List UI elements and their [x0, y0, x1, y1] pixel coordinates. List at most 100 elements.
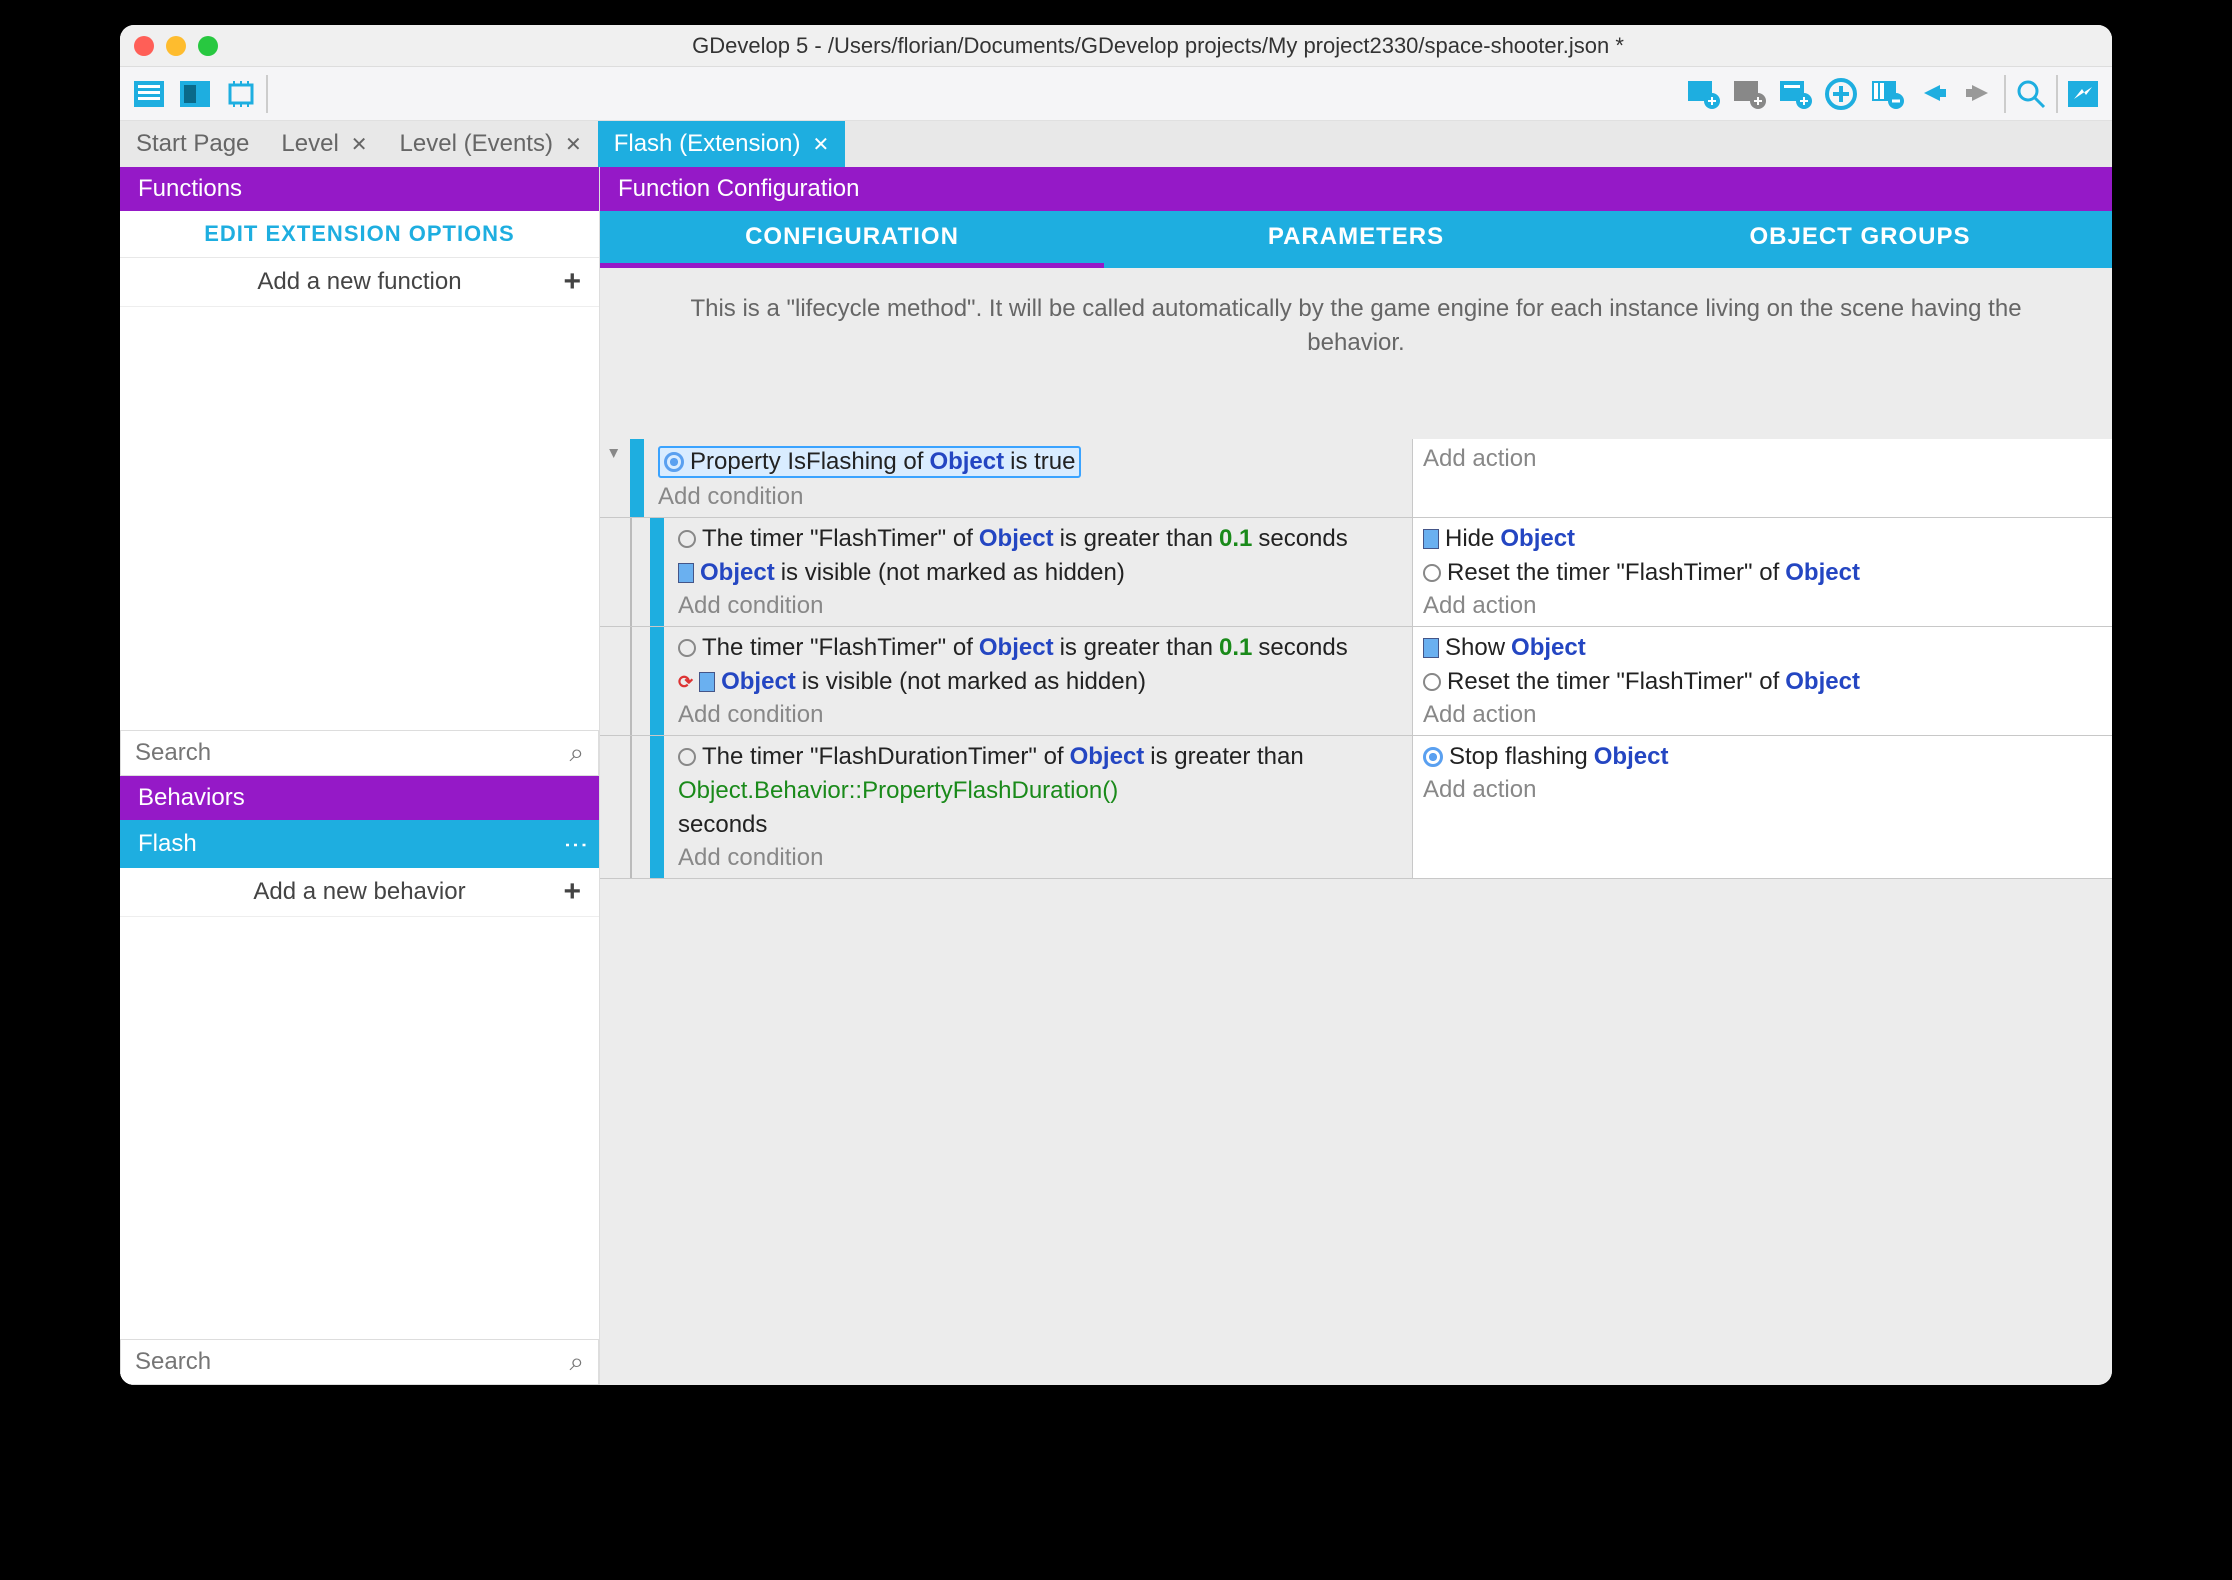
behaviors-search[interactable]: ⌕ — [120, 1339, 599, 1385]
object-ref: Object — [1785, 559, 1860, 587]
add-action-link[interactable]: Add action — [1423, 590, 2102, 622]
add-button[interactable] — [1820, 73, 1862, 115]
edit-extension-options-button[interactable]: EDIT EXTENSION OPTIONS — [120, 211, 599, 258]
conditions-cell[interactable]: The timer "FlashTimer" of Object is grea… — [670, 627, 1412, 735]
functions-search[interactable]: ⌕ — [120, 730, 599, 776]
timer-icon — [678, 530, 696, 548]
maximize-window-icon[interactable] — [198, 36, 218, 56]
condition-text: seconds — [678, 811, 767, 839]
condition-text: is true — [1010, 448, 1075, 476]
function-config-header: Function Configuration — [600, 167, 2112, 211]
add-subevent-button[interactable] — [1728, 73, 1770, 115]
toolbar-separator — [2056, 75, 2058, 113]
add-condition-link[interactable]: Add condition — [678, 590, 1404, 622]
plus-icon: + — [563, 875, 581, 909]
action-text: Reset the timer "FlashTimer" of — [1447, 559, 1779, 587]
extension-panel-button[interactable] — [220, 73, 262, 115]
close-tab-icon[interactable]: ✕ — [812, 132, 829, 157]
search-events-button[interactable] — [2010, 73, 2052, 115]
add-condition-link[interactable]: Add condition — [658, 481, 1404, 513]
more-options-icon[interactable]: ⋮ — [569, 833, 581, 855]
tab-start-page[interactable]: Start Page — [120, 121, 265, 167]
search-icon: ⌕ — [569, 1346, 584, 1378]
condition-text: seconds — [1258, 634, 1347, 662]
toolbar-separator — [2004, 75, 2006, 113]
event-row[interactable]: The timer "FlashDurationTimer" of Object… — [600, 736, 2112, 879]
subtab-configuration[interactable]: CONFIGURATION — [600, 211, 1104, 268]
titlebar: GDevelop 5 - /Users/florian/Documents/GD… — [120, 25, 2112, 67]
close-window-icon[interactable] — [134, 36, 154, 56]
actions-cell[interactable]: Stop flashing Object Add action — [1412, 736, 2112, 878]
toolbar — [120, 67, 2112, 121]
delete-event-button[interactable] — [1866, 73, 1908, 115]
tab-label: Flash (Extension) — [614, 130, 801, 158]
subtab-object-groups[interactable]: OBJECT GROUPS — [1608, 211, 2112, 268]
add-condition-link[interactable]: Add condition — [678, 699, 1404, 731]
conditions-cell[interactable]: The timer "FlashTimer" of Object is grea… — [670, 518, 1412, 626]
condition-text: is greater than — [1060, 525, 1213, 553]
gutter — [600, 736, 630, 878]
event-bar — [650, 736, 664, 878]
event-row[interactable]: The timer "FlashTimer" of Object is grea… — [600, 627, 2112, 736]
event-row[interactable]: The timer "FlashTimer" of Object is grea… — [600, 518, 2112, 627]
subtab-parameters[interactable]: PARAMETERS — [1104, 211, 1608, 268]
event-row[interactable]: Property IsFlashing of Object is true Ad… — [600, 439, 2112, 518]
layer-icon — [1423, 638, 1439, 658]
object-ref: Object — [979, 525, 1054, 553]
add-behavior-label: Add a new behavior — [253, 878, 465, 906]
add-function-button[interactable]: Add a new function + — [120, 258, 599, 307]
project-panel-button[interactable] — [128, 73, 170, 115]
tab-level[interactable]: Level✕ — [265, 121, 383, 167]
add-action-link[interactable]: Add action — [1423, 774, 2102, 806]
object-ref: Object — [929, 448, 1004, 476]
close-tab-icon[interactable]: ✕ — [351, 132, 368, 157]
add-function-label: Add a new function — [257, 268, 461, 296]
add-event-button[interactable] — [1682, 73, 1724, 115]
expression-text: Object.Behavior::PropertyFlashDuration() — [678, 777, 1118, 805]
collapse-toggle[interactable] — [600, 439, 630, 517]
sidebar: Functions EDIT EXTENSION OPTIONS Add a n… — [120, 167, 600, 1385]
actions-cell[interactable]: Add action — [1412, 439, 2112, 517]
timer-icon — [678, 639, 696, 657]
selected-condition[interactable]: Property IsFlashing of Object is true — [658, 446, 1081, 478]
tab-flash-extension[interactable]: Flash (Extension) ✕ — [598, 121, 846, 167]
tab-level-events[interactable]: Level (Events)✕ — [384, 121, 598, 167]
behavior-item-flash[interactable]: Flash ⋮ — [120, 820, 599, 868]
plus-icon: + — [563, 265, 581, 299]
numeric-value: 0.1 — [1219, 525, 1252, 553]
object-ref: Object — [1500, 525, 1575, 553]
config-subtabs: CONFIGURATION PARAMETERS OBJECT GROUPS — [600, 211, 2112, 268]
search-input[interactable] — [135, 1348, 569, 1376]
add-condition-link[interactable]: Add condition — [678, 842, 1404, 874]
object-ref: Object — [1785, 668, 1860, 696]
settings-button[interactable] — [2062, 73, 2104, 115]
search-input[interactable] — [135, 739, 569, 767]
redo-button[interactable] — [1958, 73, 2000, 115]
object-ref: Object — [1070, 743, 1145, 771]
actions-cell[interactable]: Hide Object Reset the timer "FlashTimer"… — [1412, 518, 2112, 626]
behaviors-header: Behaviors — [120, 776, 599, 820]
lifecycle-description: This is a "lifecycle method". It will be… — [600, 268, 2112, 439]
minimize-window-icon[interactable] — [166, 36, 186, 56]
search-icon: ⌕ — [569, 737, 584, 769]
document-tabs: Start Page Level✕ Level (Events)✕ Flash … — [120, 121, 2112, 167]
timer-icon — [678, 748, 696, 766]
event-bar — [650, 518, 664, 626]
scene-panel-button[interactable] — [174, 73, 216, 115]
undo-button[interactable] — [1912, 73, 1954, 115]
condition-text: is greater than — [1060, 634, 1213, 662]
tab-label: Start Page — [136, 130, 249, 158]
traffic-lights — [134, 36, 218, 56]
add-action-link[interactable]: Add action — [1423, 699, 2102, 731]
condition-text: seconds — [1258, 525, 1347, 553]
conditions-cell[interactable]: Property IsFlashing of Object is true Ad… — [650, 439, 1412, 517]
add-behavior-button[interactable]: Add a new behavior + — [120, 868, 599, 917]
timer-icon — [1423, 564, 1441, 582]
action-text: Show — [1445, 634, 1505, 662]
close-tab-icon[interactable]: ✕ — [565, 132, 582, 157]
add-comment-button[interactable] — [1774, 73, 1816, 115]
add-action-link[interactable]: Add action — [1423, 443, 2102, 475]
object-ref: Object — [721, 668, 796, 696]
actions-cell[interactable]: Show Object Reset the timer "FlashTimer"… — [1412, 627, 2112, 735]
conditions-cell[interactable]: The timer "FlashDurationTimer" of Object… — [670, 736, 1412, 878]
